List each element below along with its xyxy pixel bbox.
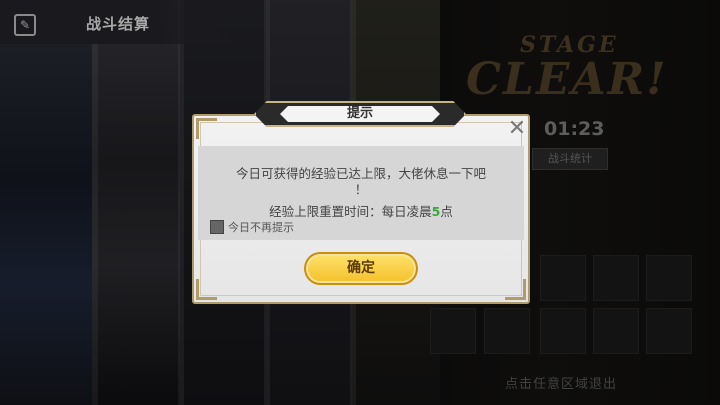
close-icon[interactable]: ✕	[504, 116, 530, 142]
message-line-1-tail: ！	[354, 182, 368, 197]
confirm-button[interactable]: 确定	[304, 252, 418, 285]
dont-show-today-checkbox[interactable]	[210, 220, 224, 234]
message-line-1-text: 今日可获得的经验已达上限，大佬休息一下吧	[235, 166, 486, 181]
frame-corner	[196, 279, 217, 300]
dialog-title: 提示	[346, 106, 373, 121]
message-line-1: 今日可获得的经验已达上限，大佬休息一下吧 ！	[198, 166, 524, 198]
back-icon[interactable]: ✎	[14, 14, 36, 36]
page-title: 战斗结算	[86, 15, 151, 33]
reset-time-suffix: 点	[440, 204, 453, 219]
frame-corner	[196, 118, 217, 139]
dialog-header-plate: 提示	[280, 106, 440, 122]
frame-corner	[505, 279, 526, 300]
checkbox-label[interactable]: 今日不再提示	[228, 219, 294, 235]
reset-time-prefix: 经验上限重置时间：每日凌晨	[269, 204, 432, 219]
message-line-2: 经验上限重置时间：每日凌晨5点	[198, 201, 524, 220]
top-bar: ✎ 战斗结算	[0, 0, 260, 44]
dialog-header: 提示	[254, 101, 466, 127]
